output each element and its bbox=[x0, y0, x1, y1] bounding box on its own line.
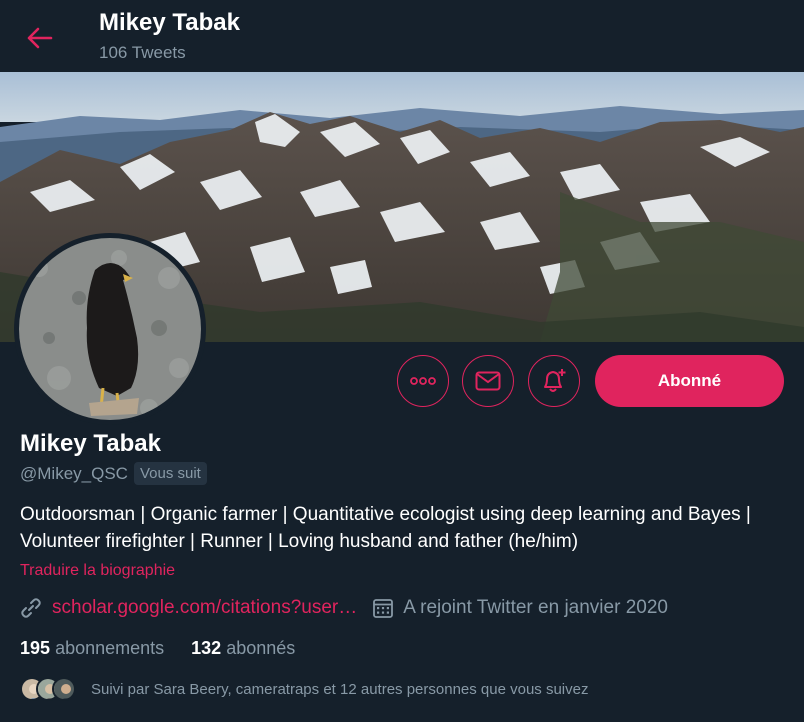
hawk-photo-image bbox=[19, 238, 201, 420]
profile-meta-row: scholar.google.com/citations?user… A rej… bbox=[20, 597, 668, 619]
followers-label: abonnés bbox=[226, 638, 296, 658]
followed-by-row: Suivi par Sara Beery, cameratraps et 12 … bbox=[20, 677, 588, 701]
joined-text: A rejoint Twitter en janvier 2020 bbox=[403, 597, 668, 618]
header-profile-name: Mikey Tabak bbox=[99, 9, 240, 36]
profile-avatar[interactable] bbox=[14, 233, 206, 425]
follower-avatar[interactable] bbox=[52, 677, 76, 701]
translate-bio-link[interactable]: Traduire la biographie bbox=[20, 562, 175, 580]
calendar-icon bbox=[373, 599, 394, 618]
website-link[interactable]: scholar.google.com/citations?user… bbox=[52, 597, 357, 619]
link-icon bbox=[21, 598, 41, 618]
followers-count: 132 bbox=[191, 638, 222, 658]
followed-by-text[interactable]: Suivi par Sara Beery, cameratraps et 12 … bbox=[91, 681, 588, 698]
envelope-icon bbox=[475, 371, 501, 391]
profile-name: Mikey Tabak bbox=[20, 430, 161, 457]
following-stat-link[interactable]: 195 abonnements bbox=[20, 638, 164, 659]
follow-stats: 195 abonnements 132 abonnés bbox=[20, 638, 322, 659]
avatar-image bbox=[19, 238, 201, 420]
more-dots-icon bbox=[410, 377, 436, 385]
message-button[interactable] bbox=[462, 355, 514, 407]
following-count: 195 bbox=[20, 638, 51, 658]
header-tweet-count: 106 Tweets bbox=[99, 43, 186, 62]
arrow-left-icon bbox=[27, 27, 53, 49]
bell-plus-icon bbox=[544, 369, 566, 392]
profile-handle: @Mikey_QSC bbox=[20, 463, 128, 483]
more-options-button[interactable] bbox=[397, 355, 449, 407]
following-button[interactable]: Abonné bbox=[595, 355, 784, 407]
profile-bio: Outdoorsman | Organic farmer | Quantitat… bbox=[20, 504, 751, 552]
notifications-button[interactable] bbox=[528, 355, 580, 407]
handle-row: @Mikey_QSC Vous suit bbox=[20, 462, 207, 485]
joined-date: A rejoint Twitter en janvier 2020 bbox=[373, 597, 668, 619]
back-button[interactable] bbox=[22, 20, 58, 56]
followers-stat-link[interactable]: 132 abonnés bbox=[191, 638, 295, 659]
following-label: abonnements bbox=[55, 638, 165, 658]
follows-you-badge: Vous suit bbox=[133, 462, 207, 485]
top-header: Mikey Tabak 106 Tweets bbox=[0, 0, 804, 72]
person-avatar-image bbox=[54, 679, 74, 699]
